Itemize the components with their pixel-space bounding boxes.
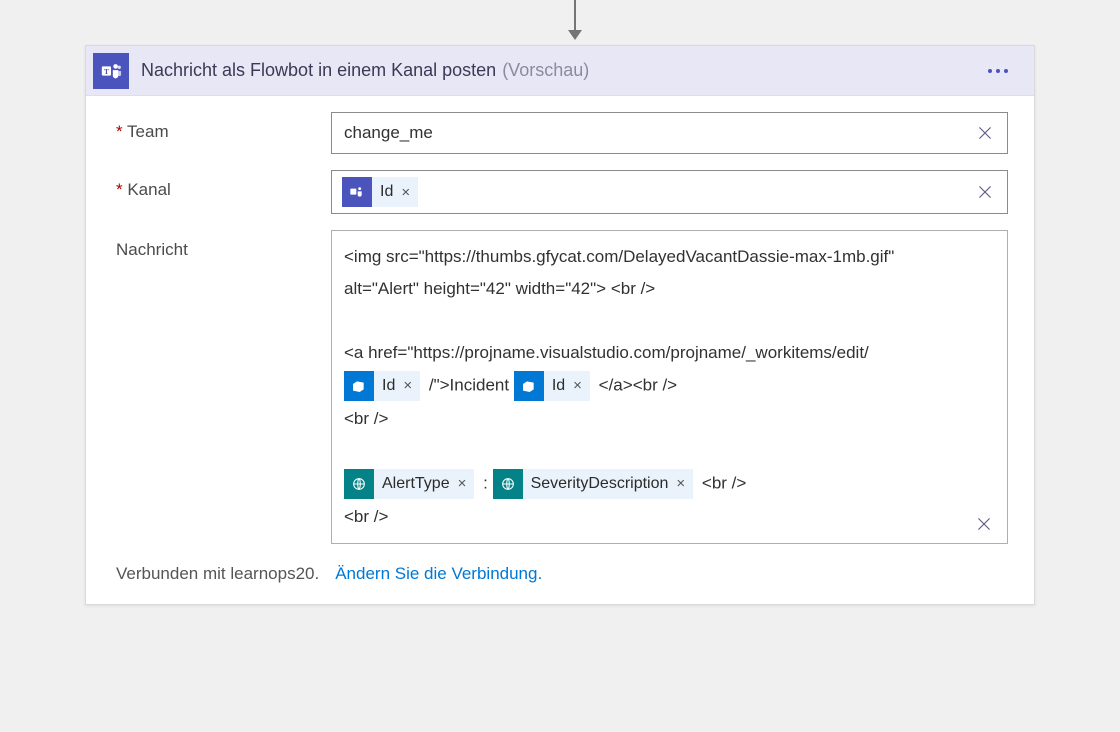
flow-arrow-down [564, 0, 586, 42]
card-header[interactable]: T Nachricht als Flowbot in einem Kanal p… [86, 46, 1034, 96]
action-card: T Nachricht als Flowbot in einem Kanal p… [85, 45, 1035, 605]
severity-pill[interactable]: SeverityDescription × [493, 469, 694, 499]
msg-text: <br /> [702, 473, 746, 492]
channel-label: Kanal [116, 170, 331, 200]
connection-footer: Verbunden mit learnops20. Ändern Sie die… [116, 560, 1008, 584]
pill-label: Id [374, 370, 401, 402]
msg-text: <img src="https://thumbs.gfycat.com/Dela… [344, 247, 894, 298]
pill-remove[interactable]: × [399, 184, 418, 201]
card-title: Nachricht als Flowbot in einem Kanal pos… [141, 60, 496, 81]
connected-label: Verbunden mit learnops20. [116, 564, 319, 584]
team-label: Team [116, 112, 331, 142]
svg-text:T: T [104, 67, 109, 76]
msg-text: <a href="https://projname.visualstudio.c… [344, 343, 869, 362]
pill-remove[interactable]: × [456, 468, 475, 500]
change-connection-link[interactable]: Ändern Sie die Verbindung. [335, 564, 542, 584]
pill-remove[interactable]: × [401, 370, 420, 402]
devops-icon [344, 371, 374, 401]
globe-icon [344, 469, 374, 499]
pill-remove[interactable]: × [571, 370, 590, 402]
pill-label: AlertType [374, 468, 456, 500]
msg-text: /">Incident [429, 375, 509, 394]
devops-id-pill[interactable]: Id × [514, 371, 590, 401]
pill-remove[interactable]: × [674, 468, 693, 500]
msg-text: <br /> [344, 507, 388, 526]
pill-label: SeverityDescription [523, 468, 675, 500]
teams-icon [342, 177, 372, 207]
teams-icon: T [93, 53, 129, 89]
message-clear-button[interactable] [971, 511, 997, 537]
team-value: change_me [342, 119, 435, 147]
team-input[interactable]: change_me [331, 112, 1008, 154]
more-menu-button[interactable] [980, 53, 1016, 89]
message-label: Nachricht [116, 230, 331, 260]
msg-text: <br /> [344, 409, 388, 428]
devops-id-pill[interactable]: Id × [344, 371, 420, 401]
channel-clear-button[interactable] [972, 179, 998, 205]
team-clear-button[interactable] [972, 120, 998, 146]
alerttype-pill[interactable]: AlertType × [344, 469, 474, 499]
channel-row: Kanal Id × [116, 170, 1008, 214]
message-input[interactable]: <img src="https://thumbs.gfycat.com/Dela… [331, 230, 1008, 544]
pill-label: Id [372, 183, 399, 201]
channel-input[interactable]: Id × [331, 170, 1008, 214]
card-subtitle: (Vorschau) [502, 60, 589, 81]
msg-text: </a><br /> [599, 375, 677, 394]
channel-id-pill[interactable]: Id × [342, 177, 418, 207]
team-row: Team change_me [116, 112, 1008, 154]
message-row: Nachricht <img src="https://thumbs.gfyca… [116, 230, 1008, 544]
pill-label: Id [544, 370, 571, 402]
globe-icon [493, 469, 523, 499]
msg-text: : [483, 473, 488, 492]
devops-icon [514, 371, 544, 401]
